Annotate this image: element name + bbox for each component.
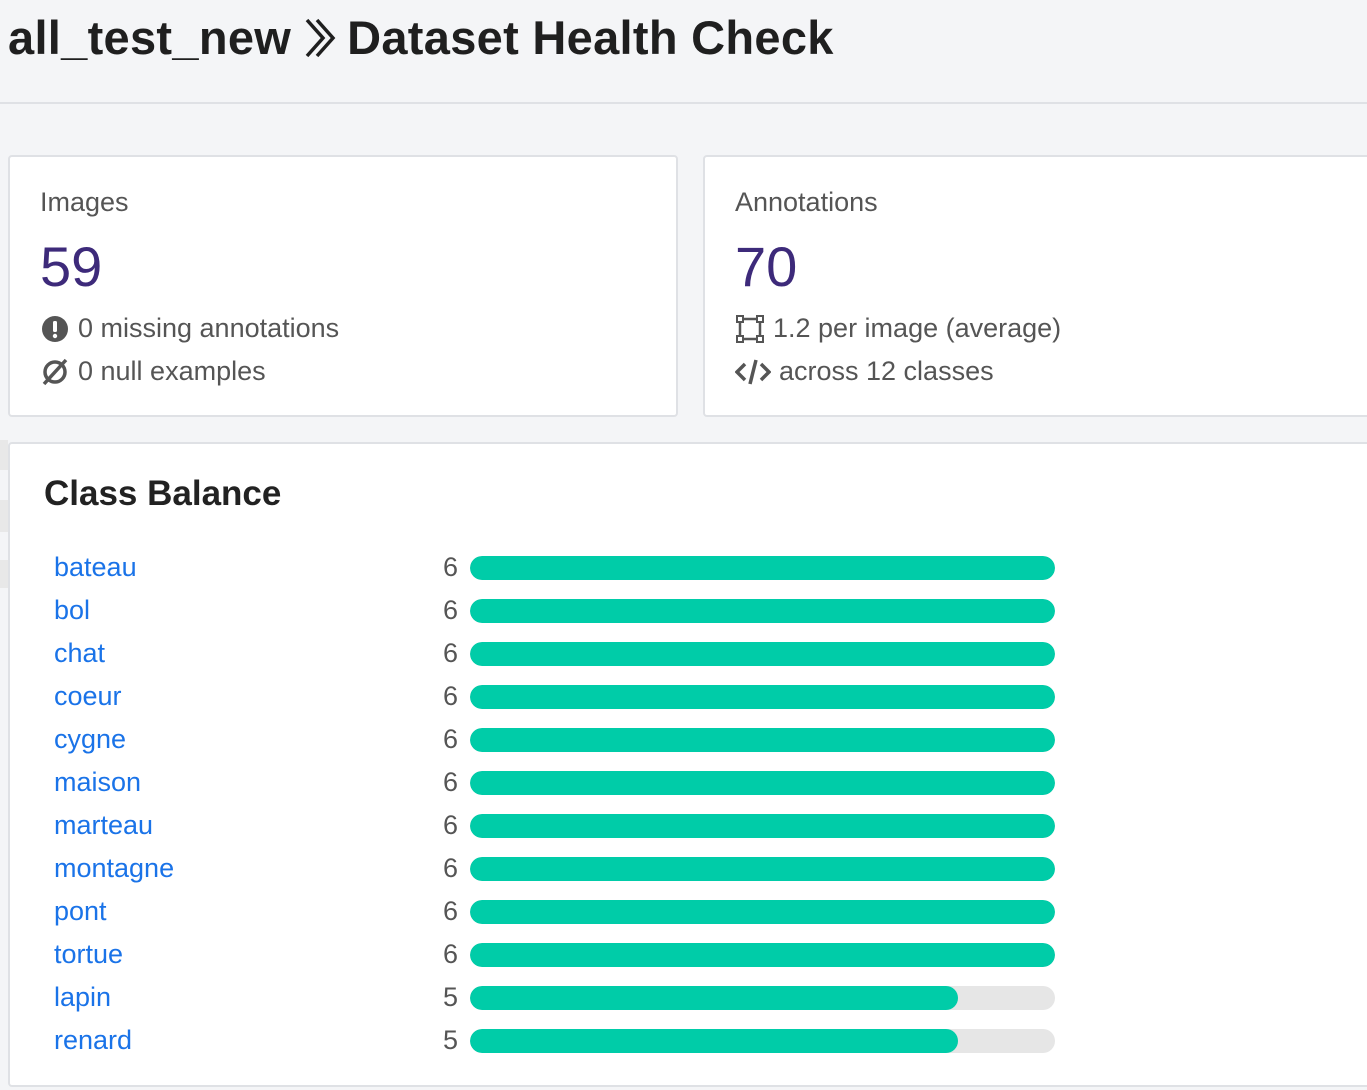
- class-count: 6: [442, 853, 458, 883]
- class-bar-fill: [470, 642, 1055, 666]
- class-name-link[interactable]: pont: [54, 890, 107, 933]
- classes-line: across 12 classes: [735, 356, 994, 387]
- class-count: 6: [442, 810, 458, 840]
- double-chevron-right-icon: [305, 18, 336, 57]
- class-count: 6: [442, 724, 458, 754]
- images-label: Images: [40, 187, 129, 217]
- class-row: bol 6: [10, 589, 1110, 632]
- class-bar-track: [470, 943, 1055, 967]
- class-row: coeur 6: [10, 675, 1110, 718]
- class-row: lapin 5: [10, 976, 1110, 1019]
- left-edge-stub: [0, 560, 8, 588]
- class-bar-track: [470, 556, 1055, 580]
- class-row: marteau 6: [10, 804, 1110, 847]
- class-bar-fill: [470, 857, 1055, 881]
- class-bar-track: [470, 857, 1055, 881]
- class-bar-track: [470, 685, 1055, 709]
- class-count: 6: [442, 552, 458, 582]
- class-name-link[interactable]: maison: [54, 761, 141, 804]
- class-bar-fill: [470, 900, 1055, 924]
- class-count: 6: [442, 939, 458, 969]
- class-count: 6: [442, 896, 458, 926]
- class-name-link[interactable]: tortue: [54, 933, 123, 976]
- class-bar-fill: [470, 599, 1055, 623]
- null-examples-line: 0 null examples: [40, 356, 266, 387]
- class-count: 6: [442, 595, 458, 625]
- class-bar-track: [470, 986, 1055, 1010]
- breadcrumb-project[interactable]: all_test_new: [8, 10, 291, 65]
- bounding-box-icon: [736, 314, 764, 343]
- class-name-link[interactable]: bateau: [54, 546, 137, 589]
- class-balance-card: Class Balance bateau 6 bol 6 chat 6 coeur 6 cygn…: [8, 442, 1367, 1087]
- class-count: 5: [442, 1025, 458, 1055]
- class-name-link[interactable]: chat: [54, 632, 105, 675]
- images-card: Images 59 0 missing annotations 0 null e…: [8, 155, 678, 417]
- class-bar-fill: [470, 685, 1055, 709]
- class-row: cygne 6: [10, 718, 1110, 761]
- class-count: 6: [442, 681, 458, 711]
- per-image-line: 1.2 per image (average): [735, 313, 1061, 344]
- null-icon: [42, 358, 68, 385]
- class-bar-fill: [470, 728, 1055, 752]
- exclamation-circle-icon: [42, 315, 68, 342]
- null-examples-text: 0 null examples: [78, 356, 266, 386]
- class-bar-fill: [470, 986, 958, 1010]
- class-row: tortue 6: [10, 933, 1110, 976]
- class-count: 6: [442, 767, 458, 797]
- class-row: montagne 6: [10, 847, 1110, 890]
- class-count: 6: [442, 638, 458, 668]
- page-title: all_test_new Dataset Health Check: [8, 10, 834, 65]
- class-count: 5: [442, 982, 458, 1012]
- breadcrumb-current: Dataset Health Check: [347, 11, 834, 64]
- class-row: chat 6: [10, 632, 1110, 675]
- class-bar-track: [470, 900, 1055, 924]
- class-row: renard 5: [10, 1019, 1110, 1062]
- class-row: pont 6: [10, 890, 1110, 933]
- missing-annotations-text: 0 missing annotations: [78, 313, 340, 343]
- class-bar-track: [470, 814, 1055, 838]
- class-bar-track: [470, 642, 1055, 666]
- class-name-link[interactable]: coeur: [54, 675, 122, 718]
- annotations-count: 70: [735, 235, 798, 298]
- class-name-link[interactable]: marteau: [54, 804, 153, 847]
- per-image-text: 1.2 per image (average): [773, 313, 1062, 343]
- class-name-link[interactable]: cygne: [54, 718, 126, 761]
- class-name-link[interactable]: lapin: [54, 976, 111, 1019]
- annotations-label: Annotations: [735, 187, 878, 217]
- left-edge-stub: [0, 500, 8, 532]
- classes-text: across 12 classes: [779, 356, 994, 386]
- class-bar-fill: [470, 556, 1055, 580]
- class-bar-track: [470, 771, 1055, 795]
- class-row: maison 6: [10, 761, 1110, 804]
- class-bar-fill: [470, 814, 1055, 838]
- class-bar-fill: [470, 943, 1055, 967]
- class-bar-fill: [470, 1029, 958, 1053]
- class-name-link[interactable]: renard: [54, 1019, 132, 1062]
- code-icon: [735, 359, 771, 384]
- left-edge-stub: [0, 440, 8, 470]
- class-bar-track: [470, 599, 1055, 623]
- class-balance-title: Class Balance: [44, 474, 282, 513]
- page-header: all_test_new Dataset Health Check: [0, 0, 1367, 104]
- class-bar-fill: [470, 771, 1055, 795]
- class-name-link[interactable]: bol: [54, 589, 90, 632]
- class-bar-track: [470, 728, 1055, 752]
- class-bar-track: [470, 1029, 1055, 1053]
- annotations-card: Annotations 70 1.2 per image (average) a…: [703, 155, 1367, 417]
- missing-annotations-line: 0 missing annotations: [40, 313, 339, 344]
- images-count: 59: [40, 235, 103, 298]
- class-name-link[interactable]: montagne: [54, 847, 174, 890]
- class-row: bateau 6: [10, 546, 1110, 589]
